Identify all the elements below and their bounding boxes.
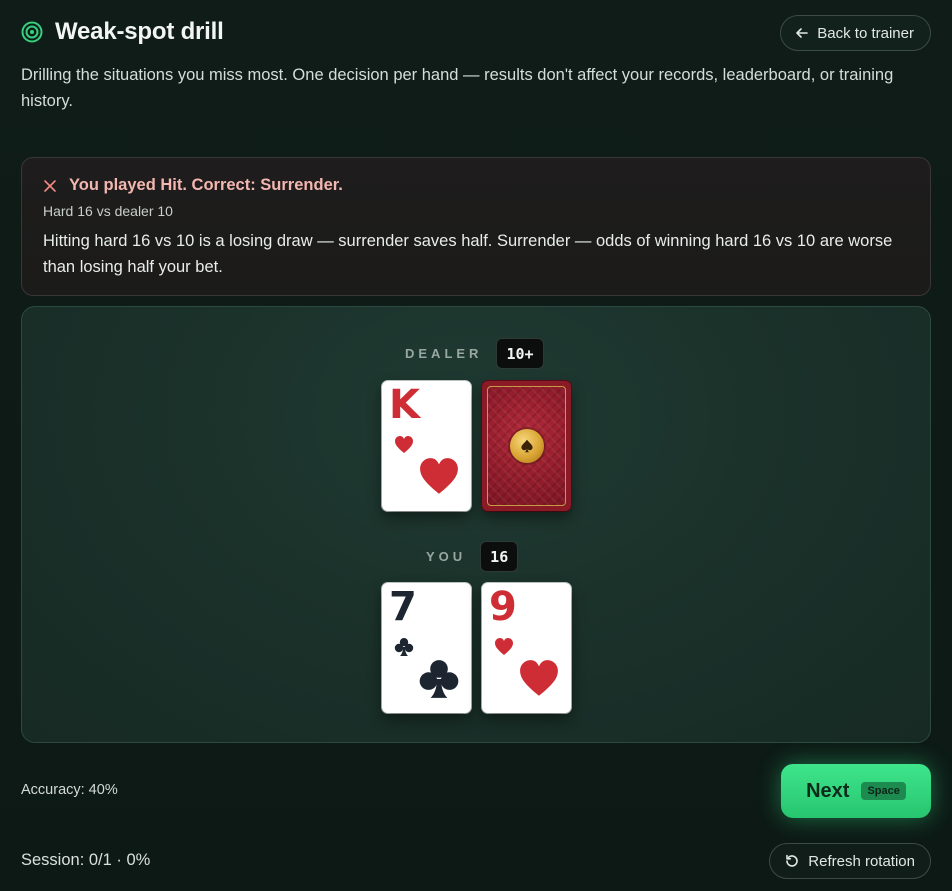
refresh-icon	[786, 854, 799, 867]
page-title: Weak-spot drill	[55, 18, 224, 45]
back-to-trainer-button[interactable]: Back to trainer	[780, 15, 931, 51]
keyboard-shortcut-badge: Space	[861, 782, 906, 800]
player-label: YOU	[426, 549, 467, 564]
spade-icon	[520, 439, 533, 453]
accuracy-readout: Accuracy: 40%	[21, 782, 118, 798]
dealer-card-1: K	[382, 381, 471, 511]
arrow-left-icon	[796, 28, 809, 38]
target-icon	[21, 21, 43, 43]
heart-icon	[420, 458, 458, 494]
blackjack-table: DEALER 10+ K YOU 16 7 9	[21, 306, 931, 743]
page-subtitle: Drilling the situations you miss most. O…	[21, 66, 894, 110]
club-icon	[419, 660, 459, 698]
session-stats: Session: 0/1 · 0%	[21, 851, 151, 869]
feedback-header: You played Hit. Correct: Surrender.	[43, 176, 909, 195]
card-rank: 9	[489, 584, 517, 630]
heart-icon	[395, 436, 413, 453]
feedback-panel: You played Hit. Correct: Surrender. Hard…	[21, 157, 931, 296]
club-icon	[394, 638, 414, 656]
player-card-1: 7	[382, 583, 471, 713]
dealer-label: DEALER	[405, 346, 483, 361]
refresh-rotation-button[interactable]: Refresh rotation	[769, 843, 931, 879]
next-button-label: Next	[806, 779, 850, 802]
spade-medallion-icon	[509, 429, 544, 463]
player-total-badge: 16	[480, 541, 519, 572]
close-x-icon	[44, 179, 56, 192]
heart-icon	[495, 638, 513, 655]
player-label-row: YOU 16	[426, 541, 519, 572]
header: Weak-spot drill	[21, 18, 224, 46]
player-card-2: 9	[482, 583, 571, 713]
refresh-button-label: Refresh rotation	[808, 852, 915, 870]
heart-icon	[520, 660, 558, 696]
dealer-total-badge: 10+	[496, 338, 544, 369]
next-button[interactable]: Next Space	[781, 764, 931, 818]
feedback-explanation: Hitting hard 16 vs 10 is a losing draw —…	[43, 232, 893, 276]
card-rank: K	[389, 382, 420, 428]
feedback-title: You played Hit. Correct: Surrender.	[69, 176, 343, 194]
card-rank: 7	[389, 584, 417, 630]
dealer-hole-card	[482, 381, 571, 511]
dealer-label-row: DEALER 10+	[405, 338, 544, 369]
feedback-situation: Hard 16 vs dealer 10	[43, 203, 173, 219]
back-button-label: Back to trainer	[817, 24, 914, 42]
